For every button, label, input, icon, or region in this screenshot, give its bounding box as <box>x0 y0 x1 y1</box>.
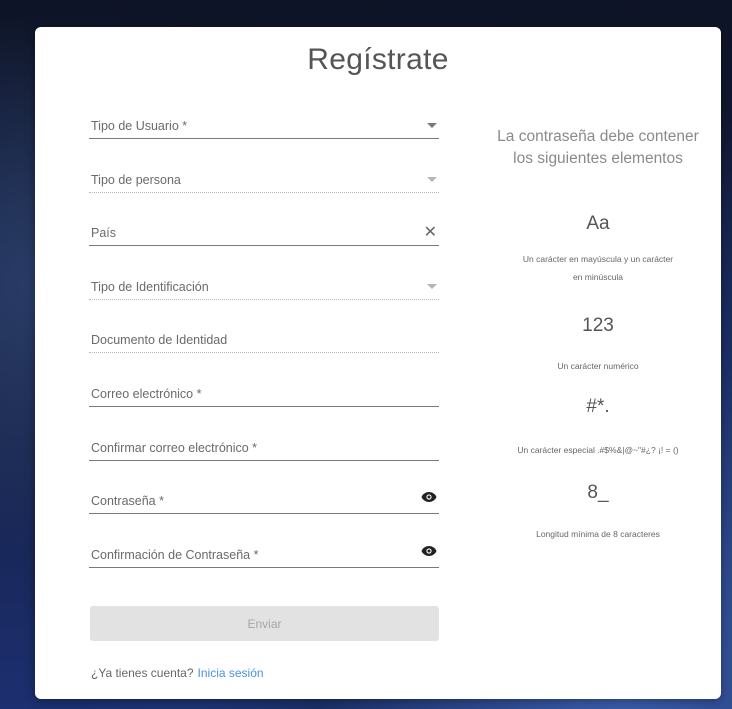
identity-document-underline <box>89 352 439 353</box>
email-label: Correo electrónico * <box>91 387 202 401</box>
numeric-symbol: 123 <box>582 315 614 336</box>
chevron-down-icon[interactable] <box>427 177 437 182</box>
country-underline <box>89 245 439 246</box>
identity-document-input[interactable]: Documento de Identidad <box>89 329 439 353</box>
password-underline <box>89 513 439 514</box>
requirements-heading: La contraseña debe contener los siguient… <box>475 126 721 170</box>
id-type-label: Tipo de Identificación <box>91 280 209 294</box>
registration-card: Regístrate Tipo de Usuario * Tipo de per… <box>35 27 721 699</box>
user-type-select[interactable]: Tipo de Usuario * <box>89 115 439 139</box>
user-type-underline <box>89 138 439 139</box>
login-prompt-text: ¿Ya tienes cuenta? <box>91 666 194 680</box>
confirm-password-underline <box>89 567 439 568</box>
confirm-email-label: Confirmar correo electrónico * <box>91 441 258 455</box>
length-description: Longitud mínima de 8 caracteres <box>536 529 660 539</box>
password-requirements-panel: La contraseña debe contener los siguient… <box>475 27 721 699</box>
country-label: País <box>91 226 117 240</box>
person-type-underline <box>89 192 439 193</box>
password-label: Contraseña * <box>91 494 164 508</box>
special-description: Un carácter especial .#$%&|@~"#¿? ¡! = (… <box>517 445 679 455</box>
requirements-heading-line1: La contraseña debe contener <box>497 128 699 145</box>
case-description: Un carácter en mayúscula y un carácter e… <box>475 250 721 286</box>
confirm-email-underline <box>89 460 439 461</box>
eye-icon[interactable] <box>421 544 437 562</box>
login-link[interactable]: Inicia sesión <box>198 666 264 680</box>
confirm-password-input[interactable]: Confirmación de Contraseña * <box>89 544 439 568</box>
id-type-select[interactable]: Tipo de Identificación <box>89 276 439 300</box>
email-underline <box>89 406 439 407</box>
country-field[interactable]: País ✕ <box>89 222 439 246</box>
numeric-description: Un carácter numérico <box>557 361 639 371</box>
login-prompt: ¿Ya tienes cuenta? Inicia sesión <box>91 666 264 680</box>
case-description-line2: en minúscula <box>572 272 624 282</box>
confirm-email-input[interactable]: Confirmar correo electrónico * <box>89 437 439 461</box>
password-input[interactable]: Contraseña * <box>89 490 439 514</box>
submit-button[interactable]: Enviar <box>90 606 439 641</box>
user-type-label: Tipo de Usuario * <box>91 119 188 133</box>
eye-icon[interactable] <box>421 490 437 508</box>
id-type-underline <box>89 299 439 300</box>
case-description-line1: Un carácter en mayúscula y un carácter <box>522 254 674 264</box>
close-icon[interactable]: ✕ <box>424 222 437 242</box>
person-type-label: Tipo de persona <box>91 173 181 187</box>
person-type-select[interactable]: Tipo de persona <box>89 169 439 193</box>
chevron-down-icon[interactable] <box>427 123 437 128</box>
confirm-password-label: Confirmación de Contraseña * <box>91 548 259 562</box>
length-symbol: 8_ <box>587 482 609 503</box>
case-symbol: Aa <box>586 213 610 234</box>
chevron-down-icon[interactable] <box>427 284 437 289</box>
special-symbol: #*. <box>586 396 610 417</box>
requirements-heading-line2: los siguientes elementos <box>513 150 683 167</box>
email-input[interactable]: Correo electrónico * <box>89 383 439 407</box>
identity-document-label: Documento de Identidad <box>91 333 228 347</box>
